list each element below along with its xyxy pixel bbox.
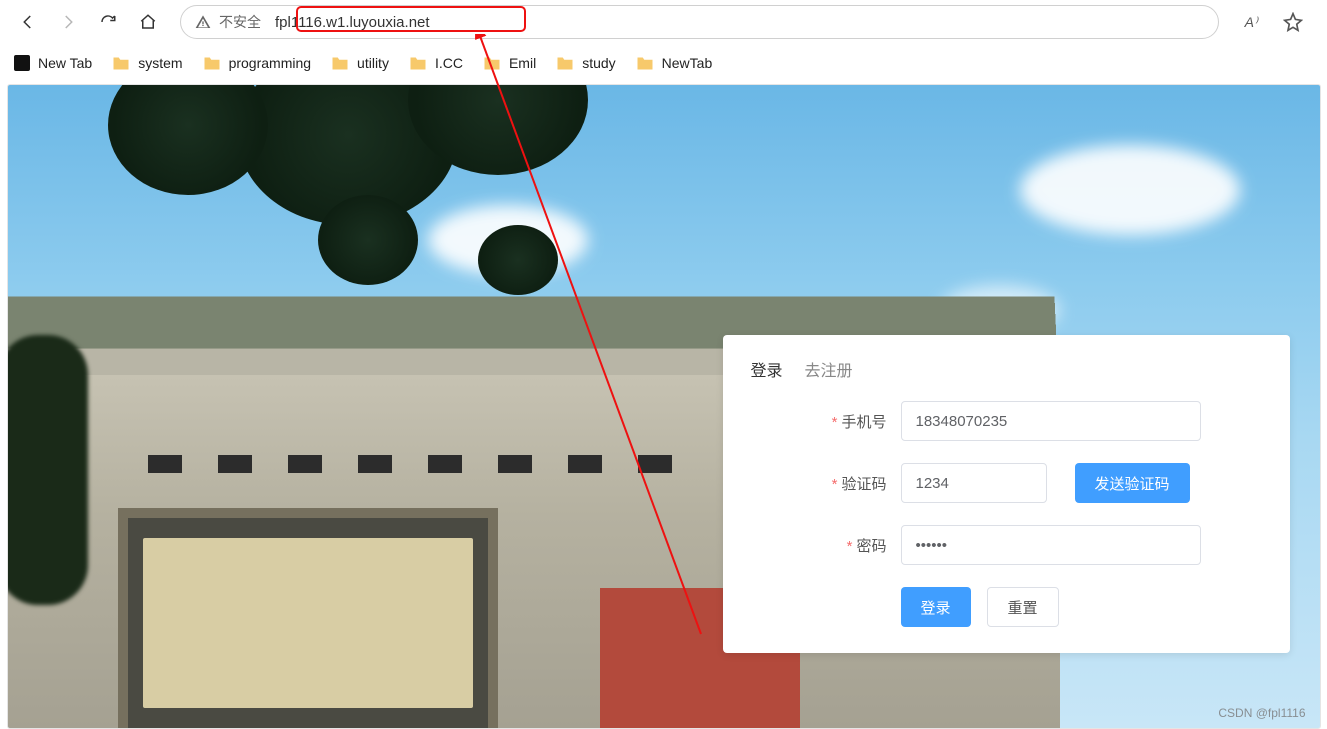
password-input[interactable]	[901, 525, 1201, 565]
bookmark-label: programming	[229, 55, 311, 71]
folder-icon	[556, 56, 574, 71]
bookmark-label: system	[138, 55, 182, 71]
favorite-button[interactable]	[1275, 4, 1311, 40]
row-phone: *手机号	[751, 401, 1262, 441]
folder-icon	[112, 56, 130, 71]
form-actions: 登录 重置	[751, 587, 1262, 627]
bookmark-icc[interactable]: I.CC	[409, 55, 463, 71]
phone-label: *手机号	[751, 411, 901, 432]
login-card: 登录 去注册 *手机号 *验证码 发送验证码 *密码 登录 重置	[723, 335, 1290, 653]
folder-icon	[203, 56, 221, 71]
read-aloud-button[interactable]: A⁾	[1233, 4, 1269, 40]
bookmark-study[interactable]: study	[556, 55, 615, 71]
reset-button[interactable]: 重置	[987, 587, 1059, 627]
bookmark-emil[interactable]: Emil	[483, 55, 536, 71]
url-text: fpl1116.w1.luyouxia.net	[275, 14, 430, 31]
folder-icon	[331, 56, 349, 71]
home-button[interactable]	[130, 4, 166, 40]
row-password: *密码	[751, 525, 1262, 565]
auth-tabs: 登录 去注册	[751, 357, 1262, 381]
bookmark-utility[interactable]: utility	[331, 55, 389, 71]
page-viewport: 登录 去注册 *手机号 *验证码 发送验证码 *密码 登录 重置 CSDN @f…	[7, 84, 1321, 729]
bookmark-label: New Tab	[38, 55, 92, 71]
bookmark-label: study	[582, 55, 615, 71]
back-button[interactable]	[10, 4, 46, 40]
forward-button[interactable]	[50, 4, 86, 40]
insecure-warning-icon	[195, 14, 211, 30]
bookmark-programming[interactable]: programming	[203, 55, 311, 71]
bookmark-label: utility	[357, 55, 389, 71]
insecure-label: 不安全	[219, 12, 261, 32]
bookmarks-bar: New Tab system programming utility I.CC …	[0, 44, 1327, 82]
page-icon	[14, 55, 30, 71]
bookmark-label: I.CC	[435, 55, 463, 71]
refresh-button[interactable]	[90, 4, 126, 40]
password-label: *密码	[751, 535, 901, 556]
captcha-input[interactable]	[901, 463, 1047, 503]
browser-toolbar: 不安全 fpl1116.w1.luyouxia.net A⁾	[0, 0, 1327, 44]
row-captcha: *验证码 发送验证码	[751, 463, 1262, 503]
bookmark-label: Emil	[509, 55, 536, 71]
tab-login[interactable]: 登录	[751, 357, 783, 381]
address-bar[interactable]: 不安全 fpl1116.w1.luyouxia.net	[180, 5, 1219, 39]
captcha-label: *验证码	[751, 473, 901, 494]
login-button[interactable]: 登录	[901, 587, 971, 627]
bookmark-newtab[interactable]: NewTab	[636, 55, 713, 71]
tab-register[interactable]: 去注册	[805, 357, 853, 381]
folder-icon	[636, 56, 654, 71]
phone-input[interactable]	[901, 401, 1201, 441]
watermark: CSDN @fpl1116	[1218, 706, 1305, 720]
folder-icon	[409, 56, 427, 71]
bookmark-label: NewTab	[662, 55, 713, 71]
bookmark-system[interactable]: system	[112, 55, 182, 71]
bookmark-new-tab[interactable]: New Tab	[14, 55, 92, 71]
send-code-button[interactable]: 发送验证码	[1075, 463, 1190, 503]
folder-icon	[483, 56, 501, 71]
